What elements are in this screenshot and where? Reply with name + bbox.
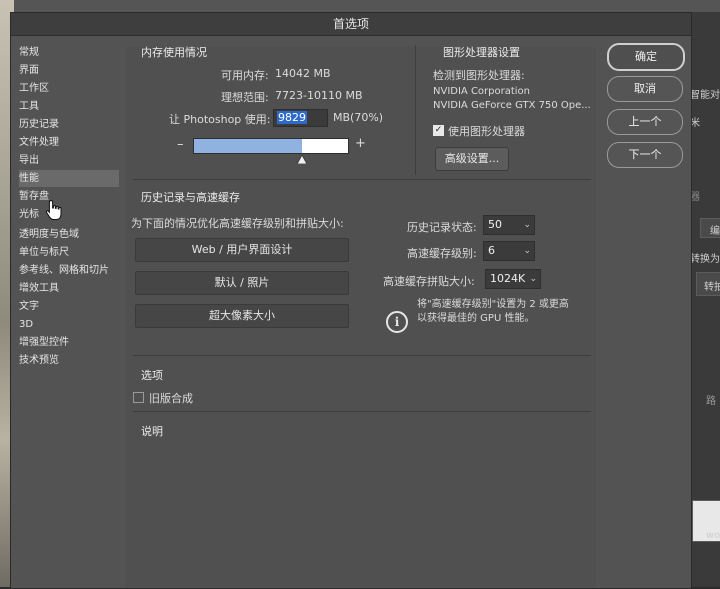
category-item[interactable]: 增强型控件: [19, 334, 119, 351]
history-states-select[interactable]: 50 ⌄: [483, 215, 535, 235]
photoshop-use-label: 让 Photoshop 使用:: [169, 113, 271, 126]
category-item[interactable]: 常规: [19, 44, 119, 61]
memory-slider-track[interactable]: [193, 138, 349, 154]
category-item[interactable]: 光标: [19, 206, 119, 223]
category-item[interactable]: 透明度与色域: [19, 226, 119, 243]
preferences-dialog: 首选项 常规 界面 工作区 工具 历史记录 文件处理 导出 性能 暂存盘 光标 …: [10, 12, 692, 589]
background-text: 转换为: [690, 254, 720, 265]
category-item[interactable]: 增效工具: [19, 280, 119, 297]
cache-levels-value: 6: [488, 244, 495, 257]
memory-use-input[interactable]: 9829: [273, 109, 328, 127]
background-text: 路: [706, 396, 716, 407]
section-divider: [133, 411, 591, 412]
next-button[interactable]: 下一个: [607, 142, 683, 168]
section-divider: [133, 179, 591, 180]
tile-size-label: 高速缓存拼贴大小:: [383, 275, 475, 288]
optimize-label: 为下面的情况优化高速缓存级别和拼贴大小:: [131, 217, 344, 230]
category-item[interactable]: 历史记录: [19, 116, 119, 133]
ideal-range-label: 理想范围:: [221, 91, 269, 104]
gpu-hint-line2: 以获得最佳的 GPU 性能。: [417, 313, 535, 324]
description-section-title: 说明: [141, 425, 163, 438]
category-item[interactable]: 3D: [19, 316, 119, 333]
use-gpu-label: 使用图形处理器: [448, 125, 525, 138]
previous-button[interactable]: 上一个: [607, 109, 683, 135]
use-gpu-checkbox[interactable]: ✓: [433, 125, 444, 136]
gpu-model: NVIDIA GeForce GTX 750 Ope...: [433, 100, 591, 111]
chevron-down-icon: ⌄: [523, 246, 531, 256]
gpu-hint-line1: 将"高速缓存级别"设置为 2 或更高: [417, 299, 569, 310]
tile-size-value: 1024K: [490, 272, 526, 285]
cache-levels-label: 高速缓存级别:: [407, 247, 477, 260]
options-section-title: 选项: [141, 369, 163, 382]
background-text: wo: [706, 530, 720, 541]
history-states-label: 历史记录状态:: [407, 221, 477, 234]
web-ui-design-button[interactable]: Web / 用户界面设计: [135, 238, 349, 262]
category-item[interactable]: 技术预览: [19, 352, 119, 369]
tile-size-select[interactable]: 1024K ⌄: [485, 269, 541, 289]
plus-icon[interactable]: +: [355, 136, 366, 151]
ideal-range-value: 7723-10110 MB: [275, 89, 363, 102]
category-item[interactable]: 界面: [19, 62, 119, 79]
memory-section-title: 内存使用情况: [141, 46, 207, 59]
ok-button[interactable]: 确定: [607, 43, 685, 71]
memory-slider-thumb[interactable]: [296, 154, 308, 167]
chevron-down-icon: ⌄: [523, 220, 531, 230]
default-photo-button[interactable]: 默认 / 照片: [135, 271, 349, 295]
minus-icon[interactable]: –: [177, 137, 184, 152]
background-text: 编: [710, 226, 720, 237]
section-divider: [415, 45, 416, 175]
memory-slider-fill: [194, 139, 302, 153]
memory-use-value: 9829: [277, 111, 307, 124]
chevron-down-icon: ⌄: [529, 274, 537, 284]
category-item[interactable]: 文件处理: [19, 134, 119, 151]
huge-pixel-button[interactable]: 超大像素大小: [135, 304, 349, 328]
category-item[interactable]: 参考线、网格和切片: [19, 262, 119, 279]
gpu-detected-label: 检测到图形处理器:: [433, 69, 525, 82]
memory-use-suffix: MB(70%): [333, 111, 384, 124]
cache-levels-select[interactable]: 6 ⌄: [483, 241, 535, 261]
gpu-section-title: 图形处理器设置: [443, 46, 520, 59]
category-item-selected[interactable]: 性能: [19, 170, 119, 187]
background-text: 转拍: [704, 282, 720, 293]
hand-cursor-icon: [45, 199, 63, 224]
category-item[interactable]: 单位与标尺: [19, 244, 119, 261]
available-memory-label: 可用内存:: [221, 69, 269, 82]
history-states-value: 50: [488, 218, 502, 231]
category-item[interactable]: 文字: [19, 298, 119, 315]
category-item[interactable]: 暂存盘: [19, 188, 119, 205]
legacy-compositing-label: 旧版合成: [149, 392, 193, 405]
advanced-settings-button[interactable]: 高级设置...: [435, 147, 509, 171]
available-memory-value: 14042 MB: [275, 67, 331, 80]
category-item[interactable]: 导出: [19, 152, 119, 169]
category-item[interactable]: 工具: [19, 98, 119, 115]
legacy-compositing-checkbox[interactable]: [133, 392, 144, 403]
section-divider: [133, 355, 591, 356]
gpu-vendor: NVIDIA Corporation: [433, 86, 531, 97]
background-window-top: [0, 0, 720, 12]
info-icon: i: [386, 311, 408, 333]
history-cache-section-title: 历史记录与高速缓存: [141, 191, 240, 204]
category-item[interactable]: 工作区: [19, 80, 119, 97]
background-text: 智能对: [690, 90, 720, 101]
cancel-button[interactable]: 取消: [607, 76, 683, 102]
dialog-title: 首选项: [11, 13, 691, 36]
